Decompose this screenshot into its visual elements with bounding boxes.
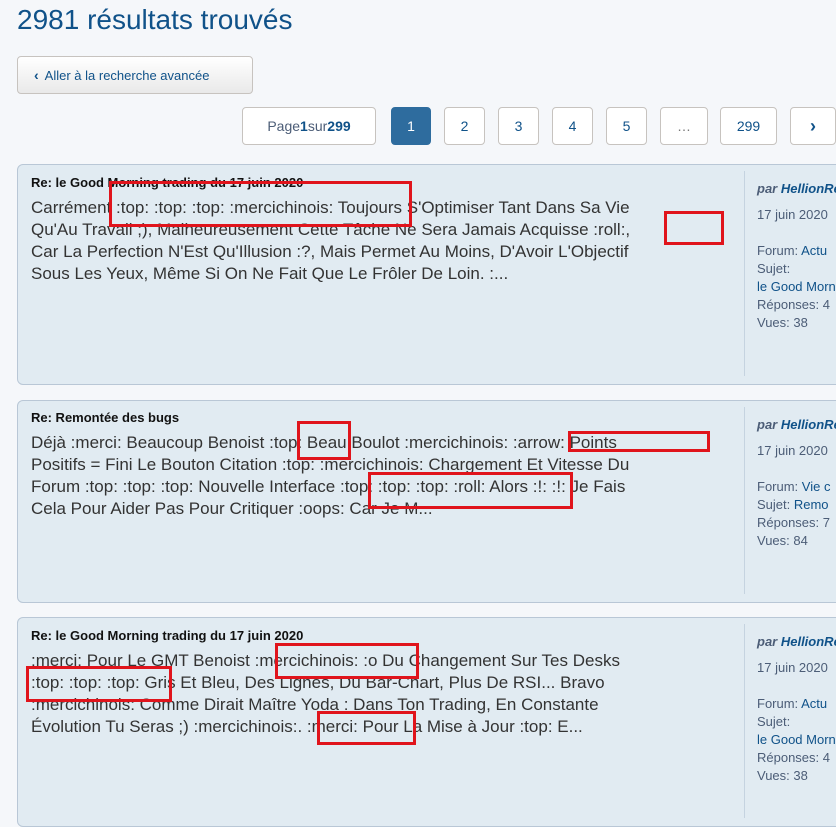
post-title[interactable]: Re: le Good Morning trading du 17 juin 2… <box>31 175 303 190</box>
page-button-5[interactable]: 5 <box>606 107 647 145</box>
pagination-info: Page 1 sur 299 <box>242 107 376 145</box>
post-excerpt: Déjà :merci: Beaucoup Benoist :top: Beau… <box>31 433 630 518</box>
post-author[interactable]: HellionRe <box>781 181 836 196</box>
page-title: 2981 résultats trouvés <box>17 4 293 35</box>
post-date: 17 juin 2020 <box>757 443 828 458</box>
search-result-post: Re: le Good Morning trading du 17 juin 2… <box>17 617 836 827</box>
post-forum: Forum: Vie c <box>757 479 831 494</box>
page-button-2[interactable]: 2 <box>444 107 485 145</box>
post-subject: Sujet: Remo <box>757 497 829 512</box>
page-button-1[interactable]: 1 <box>391 107 431 145</box>
search-result-post: Re: Remontée des bugs Déjà :merci: Beauc… <box>17 400 836 603</box>
post-views: Vues: 38 <box>757 315 808 330</box>
post-title[interactable]: Re: le Good Morning trading du 17 juin 2… <box>31 628 303 643</box>
post-author[interactable]: HellionRe <box>781 417 836 432</box>
post-forum: Forum: Actu <box>757 243 828 258</box>
current-page: 1 <box>300 118 308 134</box>
post-date: 17 juin 2020 <box>757 660 828 675</box>
forum-link[interactable]: Actu <box>801 243 827 258</box>
post-date: 17 juin 2020 <box>757 207 828 222</box>
advanced-search-label: Aller à la recherche avancée <box>44 67 210 83</box>
post-meta: par HellionRe 17 juin 2020 Forum: Vie c … <box>744 407 836 594</box>
post-title[interactable]: Re: Remontée des bugs <box>31 410 179 425</box>
chevron-right-icon: › <box>810 115 816 136</box>
page-ellipsis: … <box>660 107 708 145</box>
post-meta: par HellionRe 17 juin 2020 Forum: Actu S… <box>744 171 836 376</box>
post-author[interactable]: HellionRe <box>781 634 836 649</box>
post-author-line: par HellionRe <box>757 417 836 432</box>
next-page-button[interactable]: › <box>790 107 836 145</box>
post-views: Vues: 38 <box>757 768 808 783</box>
advanced-search-button[interactable]: ‹ Aller à la recherche avancée <box>17 56 253 94</box>
chevron-left-icon: ‹ <box>34 67 39 83</box>
post-excerpt: :merci: Pour Le GMT Benoist :mercichinoi… <box>31 651 620 736</box>
post-replies: Réponses: 4 <box>757 297 830 312</box>
forum-link[interactable]: Actu <box>801 696 827 711</box>
post-views: Vues: 84 <box>757 533 808 548</box>
post-meta: par HellionRe 17 juin 2020 Forum: Actu S… <box>744 624 836 818</box>
page-button-3[interactable]: 3 <box>498 107 539 145</box>
post-author-line: par HellionRe <box>757 634 836 649</box>
post-forum: Forum: Actu <box>757 696 828 711</box>
page-button-299[interactable]: 299 <box>720 107 777 145</box>
post-excerpt: Carrément :top: :top: :top: :mercichinoi… <box>31 198 631 283</box>
post-subject-label: Sujet: <box>757 261 791 276</box>
post-replies: Réponses: 4 <box>757 750 830 765</box>
subject-link[interactable]: le Good Morn <box>757 732 836 747</box>
subject-link[interactable]: Remo <box>794 497 829 512</box>
page-button-4[interactable]: 4 <box>552 107 593 145</box>
search-result-post: Re: le Good Morning trading du 17 juin 2… <box>17 164 836 385</box>
subject-link[interactable]: le Good Morn <box>757 279 836 294</box>
post-subject-label: Sujet: <box>757 714 791 729</box>
post-replies: Réponses: 7 <box>757 515 830 530</box>
total-pages: 299 <box>327 118 351 134</box>
forum-link[interactable]: Vie c <box>802 479 831 494</box>
post-author-line: par HellionRe <box>757 181 836 196</box>
